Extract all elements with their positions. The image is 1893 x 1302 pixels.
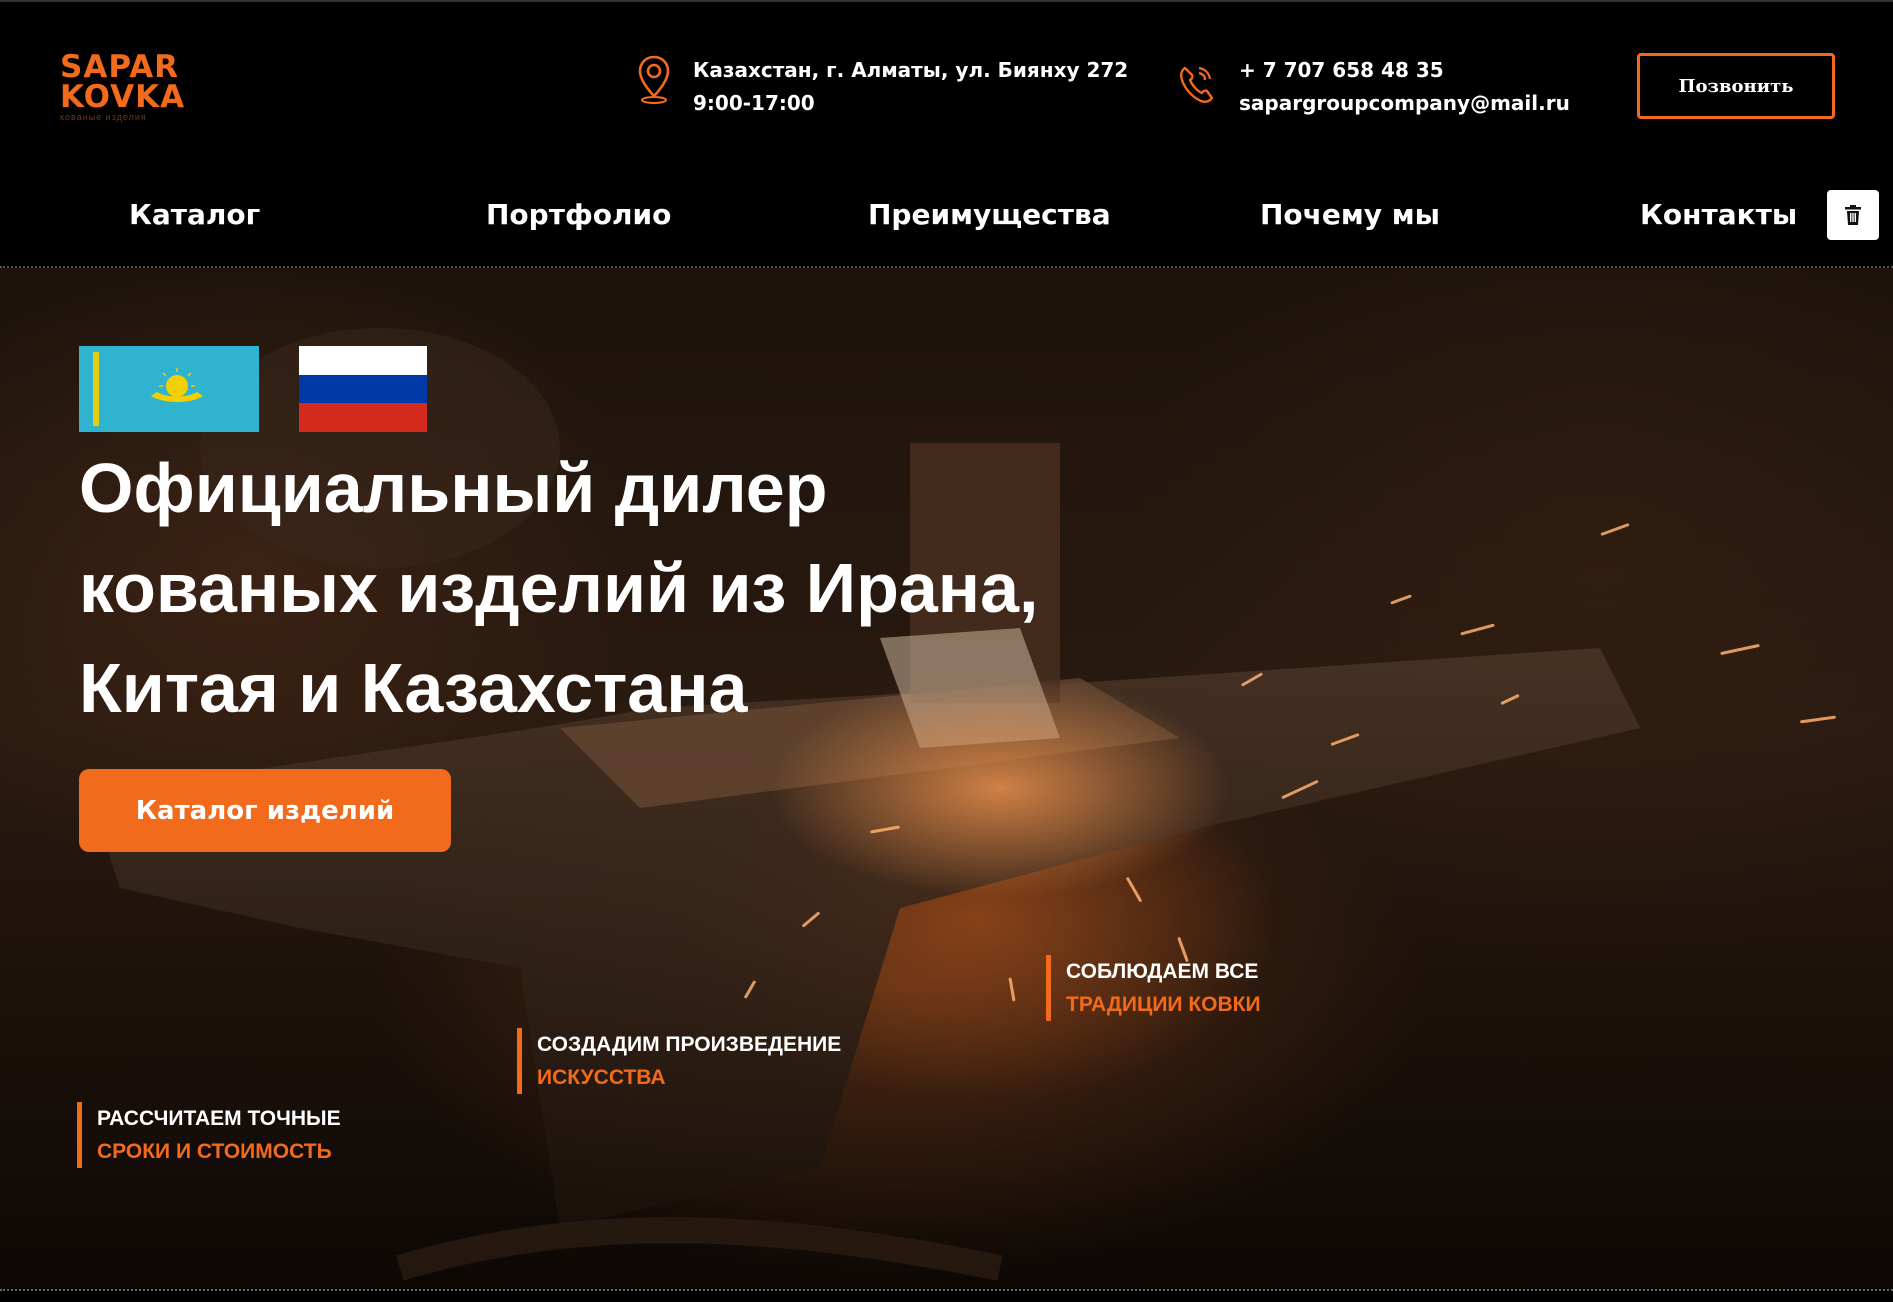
russia-flag-blue — [299, 374, 427, 404]
feature-line2: ИСКУССТВА — [537, 1066, 666, 1089]
nav-item-contacts[interactable]: Контакты — [1640, 198, 1797, 231]
hero-section: Официальный дилер кованых изделий из Ира… — [0, 268, 1893, 1290]
hero-title: Официальный дилер кованых изделий из Ира… — [79, 438, 1079, 738]
nav-item-portfolio[interactable]: Портфолио — [486, 198, 671, 231]
feature-item: РАССЧИТАЕМ ТОЧНЫЕ СРОКИ И СТОИМОСТЬ — [77, 1102, 341, 1168]
feature-item: СОБЛЮДАЕМ ВСЕ ТРАДИЦИИ КОВКИ — [1046, 955, 1261, 1021]
address-block: Казахстан, г. Алматы, ул. Биянху 272 9:0… — [637, 54, 1128, 120]
trash-button[interactable] — [1827, 190, 1879, 240]
feature-item: СОЗДАДИМ ПРОИЗВЕДЕНИЕ ИСКУССТВА — [517, 1028, 841, 1094]
russia-flag-white — [299, 346, 427, 375]
phone-number[interactable]: + 7 707 658 48 35 — [1239, 54, 1570, 87]
feature-line1: СОЗДАДИМ ПРОИЗВЕДЕНИЕ — [537, 1033, 842, 1056]
russia-flag — [299, 346, 427, 432]
hero-title-line3: Китая и Казахстана — [79, 649, 748, 727]
nav-item-advantages[interactable]: Преимущества — [868, 198, 1111, 231]
site-header: SAPAR KOVKA кованые изделия Казахстан, г… — [0, 0, 1893, 168]
phone-icon — [1180, 66, 1214, 103]
logo[interactable]: SAPAR KOVKA кованые изделия — [60, 49, 186, 123]
logo-line1: SAPAR — [60, 49, 180, 85]
feature-line2: ТРАДИЦИИ КОВКИ — [1066, 993, 1261, 1016]
main-nav: Каталог Портфолио Преимущества Почему мы… — [0, 166, 1893, 268]
email-link[interactable]: sapargroupcompany@mail.ru — [1239, 87, 1570, 120]
nav-item-catalog[interactable]: Каталог — [129, 198, 260, 231]
feature-line1: СОБЛЮДАЕМ ВСЕ — [1066, 960, 1259, 983]
catalog-button[interactable]: Каталог изделий — [79, 769, 451, 852]
kazakhstan-flag — [79, 346, 259, 432]
kazakhstan-emblem-icon — [93, 352, 203, 426]
address-text: Казахстан, г. Алматы, ул. Биянху 272 — [693, 58, 1129, 82]
russia-flag-red — [299, 403, 427, 432]
location-pin-icon — [638, 55, 670, 104]
feature-line1: РАССЧИТАЕМ ТОЧНЫЕ — [97, 1107, 341, 1130]
logo-line2: KOVKA — [60, 79, 186, 115]
hero-title-line1: Официальный дилер — [79, 449, 828, 527]
trash-icon — [1845, 205, 1861, 225]
nav-item-why-us[interactable]: Почему мы — [1260, 198, 1440, 231]
call-button[interactable]: Позвонить — [1637, 53, 1835, 119]
feature-line2: СРОКИ И СТОИМОСТЬ — [97, 1140, 332, 1163]
phone-block: + 7 707 658 48 35 sapargroupcompany@mail… — [1177, 54, 1570, 120]
working-hours: 9:00-17:00 — [693, 91, 815, 115]
footer-divider — [0, 1289, 1893, 1291]
hero-title-line2: кованых изделий из Ирана, — [79, 549, 1039, 627]
